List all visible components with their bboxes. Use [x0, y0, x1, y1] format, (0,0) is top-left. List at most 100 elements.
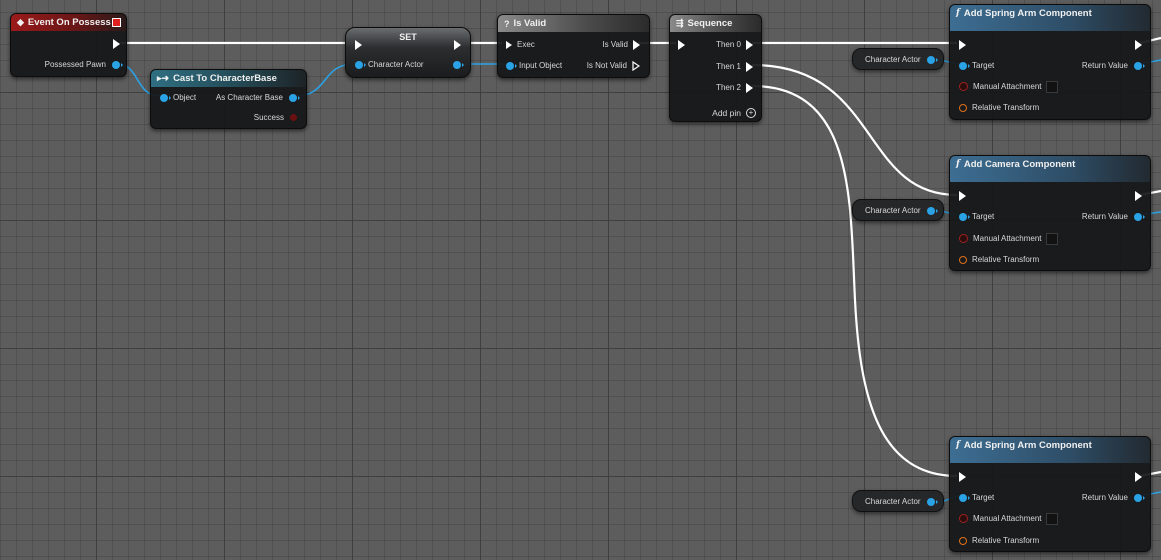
possessed-pawn-label: Possessed Pawn: [44, 60, 106, 69]
object-pin-icon: [959, 493, 970, 502]
character-actor-getter-2[interactable]: Character Actor: [852, 199, 944, 221]
character-actor-getter-1[interactable]: Character Actor: [852, 48, 944, 70]
manual-attachment-pin[interactable]: Manual Attachment: [959, 512, 1059, 525]
manual-attachment-checkbox[interactable]: [1046, 232, 1059, 245]
set-character-actor-out-pin[interactable]: [453, 59, 464, 70]
object-pin-icon: [289, 93, 300, 102]
relative-transform-pin[interactable]: Relative Transform: [959, 254, 1039, 265]
is-not-valid-out-pin[interactable]: Is Not Valid: [587, 60, 640, 71]
function-exec-out-pin[interactable]: [1135, 39, 1142, 50]
variable-label: Character Actor: [865, 496, 921, 506]
exec-out-icon: [454, 39, 461, 50]
function-icon: f: [956, 440, 960, 450]
isvalid-exec-in-pin[interactable]: Exec: [506, 39, 535, 50]
add-spring-arm-component-node-2[interactable]: f Add Spring Arm Component Target Return…: [949, 436, 1151, 552]
manual-attachment-pin[interactable]: Manual Attachment: [959, 232, 1059, 245]
cast-object-pin[interactable]: Object: [160, 92, 196, 103]
set-character-actor-in-pin[interactable]: Character Actor: [355, 59, 424, 70]
then2-label: Then 2: [716, 83, 741, 92]
function-exec-in-pin[interactable]: [959, 190, 966, 201]
cast-success-pin[interactable]: Success: [254, 112, 297, 123]
target-label: Target: [972, 212, 995, 221]
is-valid-title: Is Valid: [513, 18, 547, 29]
object-pin-icon: [1134, 493, 1145, 502]
event-on-possess-node[interactable]: ◆ Event On Possess Possessed Pawn: [10, 13, 127, 77]
exec-out-hollow-icon: [632, 60, 640, 71]
target-pin[interactable]: Target: [959, 211, 994, 222]
input-object-pin[interactable]: Input Object: [506, 60, 562, 71]
event-exec-out-pin[interactable]: [113, 38, 120, 49]
set-exec-in-pin[interactable]: [355, 39, 362, 50]
as-character-base-pin[interactable]: As Character Base: [216, 92, 300, 103]
function-icon: f: [956, 8, 960, 18]
function-node-title: Add Spring Arm Component: [963, 8, 1092, 19]
manual-attachment-checkbox[interactable]: [1046, 512, 1059, 525]
is-valid-out-label: Is Valid: [602, 40, 628, 49]
manual-attachment-pin[interactable]: Manual Attachment: [959, 80, 1059, 93]
relative-transform-pin[interactable]: Relative Transform: [959, 102, 1039, 113]
object-pin-icon: [506, 61, 517, 70]
sequence-then1-pin[interactable]: Then 1: [716, 61, 753, 72]
return-value-pin[interactable]: Return Value: [1082, 492, 1145, 503]
add-pin-button[interactable]: Add pin +: [712, 107, 756, 118]
target-label: Target: [972, 61, 995, 70]
possessed-pawn-pin[interactable]: Possessed Pawn: [44, 59, 123, 70]
function-node-title: Add Spring Arm Component: [963, 440, 1092, 451]
cast-node-header[interactable]: ▸➜ Cast To CharacterBase: [151, 70, 306, 87]
sequence-then0-pin[interactable]: Then 0: [716, 39, 753, 50]
event-node-header[interactable]: ◆ Event On Possess: [11, 14, 126, 31]
add-spring-arm-component-node-1[interactable]: f Add Spring Arm Component Target Return…: [949, 4, 1151, 120]
relative-transform-pin[interactable]: Relative Transform: [959, 535, 1039, 546]
is-valid-node[interactable]: ? Is Valid Exec Is Valid Input Object Is…: [497, 14, 650, 78]
sequence-node[interactable]: ⇶ Sequence Then 0 Then 1 Then 2 Add pin …: [669, 14, 762, 122]
sequence-then2-pin[interactable]: Then 2: [716, 82, 753, 93]
target-pin[interactable]: Target: [959, 492, 994, 503]
manual-attachment-checkbox[interactable]: [1046, 80, 1059, 93]
sequence-header[interactable]: ⇶ Sequence: [670, 15, 761, 32]
set-character-actor-node[interactable]: SET Character Actor: [345, 27, 471, 78]
exec-in-icon: [506, 40, 512, 49]
sequence-title: Sequence: [687, 18, 733, 29]
cast-to-characterbase-node[interactable]: ▸➜ Cast To CharacterBase Object As Chara…: [150, 69, 307, 129]
set-node-title: SET: [399, 32, 417, 42]
function-node-header[interactable]: f Add Spring Arm Component: [950, 5, 1150, 31]
object-pin-icon[interactable]: [927, 498, 938, 506]
function-exec-in-pin[interactable]: [959, 39, 966, 50]
function-exec-out-pin[interactable]: [1135, 190, 1142, 201]
exec-out-icon: [746, 39, 753, 50]
set-exec-out-pin[interactable]: [454, 39, 461, 50]
return-value-label: Return Value: [1081, 212, 1128, 221]
object-pin-icon[interactable]: [927, 56, 938, 64]
target-pin[interactable]: Target: [959, 60, 994, 71]
add-camera-component-node[interactable]: f Add Camera Component Target Return Val…: [949, 155, 1151, 271]
relative-transform-label: Relative Transform: [972, 255, 1040, 264]
exec-out-icon: [1135, 190, 1142, 201]
exec-out-icon: [746, 82, 753, 93]
function-exec-out-pin[interactable]: [1135, 471, 1142, 482]
return-value-pin[interactable]: Return Value: [1082, 60, 1145, 71]
bool-pin-icon: [959, 234, 968, 243]
struct-pin-icon: [959, 103, 967, 112]
object-pin-icon[interactable]: [927, 207, 938, 215]
variable-label: Character Actor: [865, 205, 921, 215]
function-node-header[interactable]: f Add Spring Arm Component: [950, 437, 1150, 463]
character-actor-getter-3[interactable]: Character Actor: [852, 490, 944, 512]
add-pin-label: Add pin: [712, 107, 741, 118]
return-value-pin[interactable]: Return Value: [1081, 211, 1145, 222]
is-valid-out-pin[interactable]: Is Valid: [602, 39, 640, 50]
function-node-header[interactable]: f Add Camera Component: [950, 156, 1150, 182]
exec-in-icon: [959, 190, 966, 201]
sequence-exec-in-pin[interactable]: [678, 39, 685, 50]
event-delegate-icon[interactable]: [112, 18, 121, 27]
bool-pin-icon: [959, 82, 968, 91]
then1-label: Then 1: [716, 62, 741, 71]
function-exec-in-pin[interactable]: [959, 471, 966, 482]
exec-in-icon: [959, 471, 966, 482]
struct-pin-icon: [959, 536, 967, 545]
sequence-icon: ⇶: [676, 18, 684, 28]
object-pin-icon: [959, 212, 970, 221]
exec-wire-then2: [751, 84, 958, 478]
is-valid-header[interactable]: ? Is Valid: [498, 15, 649, 32]
cast-success-label: Success: [253, 113, 284, 122]
question-mark-icon: ?: [504, 18, 510, 29]
